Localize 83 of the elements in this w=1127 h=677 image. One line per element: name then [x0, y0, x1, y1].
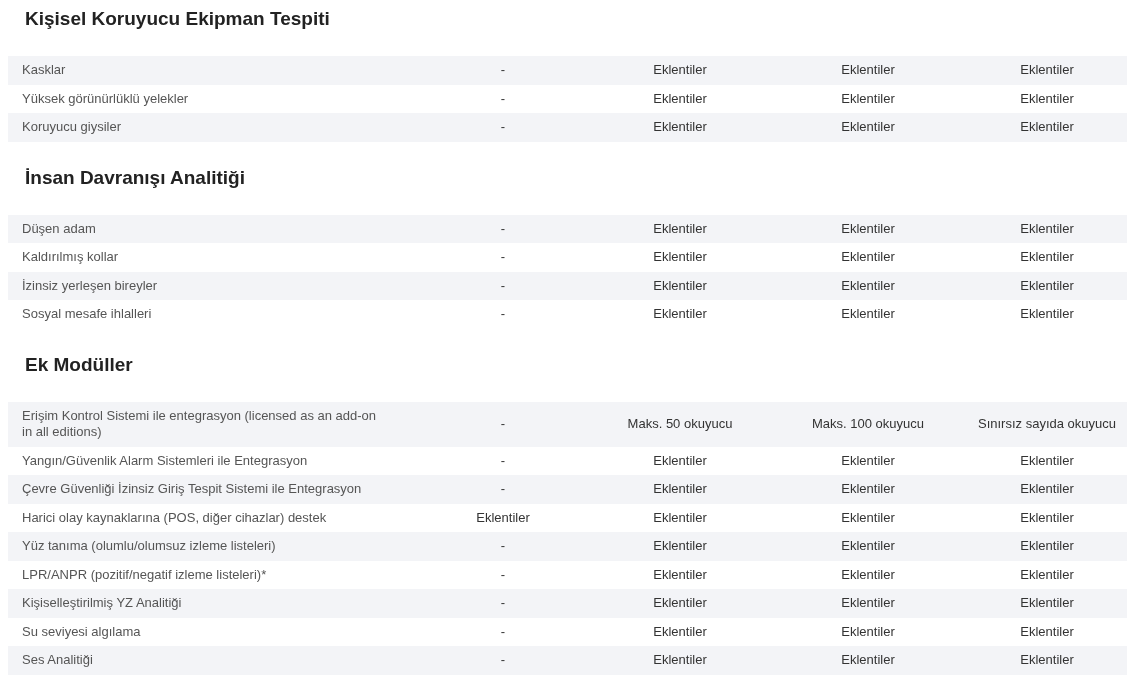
- table-cell-text: Eklentiler: [840, 219, 896, 238]
- feature-label: Sosyal mesafe ihlalleri: [21, 305, 153, 323]
- table-cell-text: Eklentiler: [840, 622, 896, 641]
- table-cell-text: Eklentiler: [840, 451, 896, 470]
- table-cell-text: -: [499, 414, 507, 433]
- table-cell-text: Eklentiler: [840, 248, 896, 266]
- feature-label: Koruyucu giysiler: [21, 118, 122, 136]
- table-cell-text: Eklentiler: [1019, 651, 1075, 669]
- table-cell-text: Eklentiler: [840, 118, 896, 136]
- feature-label: Yüz tanıma (olumlu/olumsuz izleme listeleri): [21, 537, 277, 555]
- table-cell-text: Eklentiler: [1019, 480, 1075, 498]
- table-cell-text: Eklentiler: [840, 508, 896, 527]
- feature-label: LPR/ANPR (pozitif/negatif izleme listeleri)*: [21, 565, 268, 584]
- table-cell-text: -: [499, 61, 507, 79]
- table-cell-text: -: [499, 89, 507, 108]
- feature-label: Erişim Kontrol Sistemi ile entegrasyon (licensed as an add-on in all editions): [21, 406, 378, 441]
- table-cell-text: Eklentiler: [1019, 248, 1075, 266]
- section-heading: İnsan Davranışı Analitiği: [25, 165, 246, 190]
- table-cell-text: Eklentiler: [1019, 565, 1075, 584]
- table-cell-text: -: [499, 622, 507, 641]
- table-cell-text: -: [499, 305, 507, 323]
- feature-label: Su seviyesi algılama: [21, 622, 142, 641]
- table-cell-text: Eklentiler: [840, 651, 896, 669]
- table-cell-text: Eklentiler: [652, 537, 708, 555]
- table-cell-text: Eklentiler: [652, 118, 708, 136]
- table-cell-text: Eklentiler: [1019, 118, 1075, 136]
- table-cell-text: Eklentiler: [1019, 219, 1075, 238]
- table-cell-text: Eklentiler: [1019, 89, 1075, 108]
- table-cell-text: -: [499, 565, 507, 584]
- table-cell-text: Eklentiler: [652, 248, 708, 266]
- table-cell-text: Eklentiler: [1019, 508, 1075, 527]
- feature-label: Düşen adam: [21, 219, 97, 238]
- table-cell-text: Eklentiler: [840, 61, 896, 79]
- table-cell-text: -: [499, 118, 507, 136]
- table-cell-text: Eklentiler: [1019, 276, 1075, 295]
- table-cell-text: Eklentiler: [840, 594, 896, 612]
- table-cell-text: Eklentiler: [840, 305, 896, 323]
- feature-label: İzinsiz yerleşen bireyler: [21, 276, 159, 295]
- table-cell-text: Eklentiler: [1019, 594, 1075, 612]
- feature-label: Yangın/Güvenlik Alarm Sistemleri ile Entegrasyon: [21, 451, 309, 470]
- feature-label: Çevre Güvenliği İzinsiz Giriş Tespit Sistemi ile Entegrasyon: [21, 480, 363, 498]
- table-cell-text: Eklentiler: [652, 594, 708, 612]
- table-cell-text: Eklentiler: [652, 565, 708, 584]
- table-cell-text: -: [499, 451, 507, 470]
- table-cell-text: Eklentiler: [1019, 451, 1075, 470]
- section-heading: Ek Modüller: [25, 352, 134, 377]
- table-cell-text: Sınırsız sayıda okuyucu: [977, 414, 1117, 433]
- table-cell-text: -: [499, 651, 507, 669]
- table-cell-text: Eklentiler: [652, 219, 708, 238]
- section-heading: Kişisel Koruyucu Ekipman Tespiti: [25, 7, 331, 31]
- table-cell-text: Eklentiler: [652, 451, 708, 470]
- table-cell-text: Eklentiler: [652, 61, 708, 79]
- table-cell-text: Eklentiler: [652, 508, 708, 527]
- table-cell-text: -: [499, 276, 507, 295]
- table-cell-text: Eklentiler: [652, 480, 708, 498]
- table-cell-text: Eklentiler: [475, 508, 531, 527]
- feature-label: Yüksek görünürlüklü yelekler: [21, 89, 190, 108]
- table-cell-text: Eklentiler: [652, 276, 708, 295]
- feature-label: Kişiselleştirilmiş YZ Analitiği: [21, 594, 183, 612]
- table-cell-text: Eklentiler: [1019, 61, 1075, 79]
- table-cell-text: Eklentiler: [652, 305, 708, 323]
- table-cell-text: Maks. 100 okuyucu: [811, 414, 925, 433]
- table-cell-text: Eklentiler: [1019, 305, 1075, 323]
- feature-label: Ses Analitiği: [21, 651, 94, 669]
- table-cell-text: Eklentiler: [652, 89, 708, 108]
- feature-label: Harici olay kaynaklarına (POS, diğer cihazlar) destek: [21, 508, 328, 527]
- table-cell-text: -: [499, 594, 507, 612]
- table-cell-text: -: [499, 219, 507, 238]
- table-cell-text: Eklentiler: [840, 565, 896, 584]
- table-cell-text: Eklentiler: [1019, 622, 1075, 641]
- table-cell-text: Eklentiler: [1019, 537, 1075, 555]
- table-cell-text: Eklentiler: [840, 276, 896, 295]
- table-cell-text: -: [499, 480, 507, 498]
- table-cell-text: Eklentiler: [840, 537, 896, 555]
- table-cell-text: Eklentiler: [652, 622, 708, 641]
- table-cell-text: Eklentiler: [840, 480, 896, 498]
- table-cell-text: Maks. 50 okuyucu: [626, 414, 734, 433]
- table-cell-text: Eklentiler: [652, 651, 708, 669]
- table-cell-text: Eklentiler: [840, 89, 896, 108]
- feature-label: Kaldırılmış kollar: [21, 248, 120, 266]
- table-cell-text: -: [499, 248, 507, 266]
- table-cell-text: -: [499, 537, 507, 555]
- feature-label: Kasklar: [21, 61, 67, 79]
